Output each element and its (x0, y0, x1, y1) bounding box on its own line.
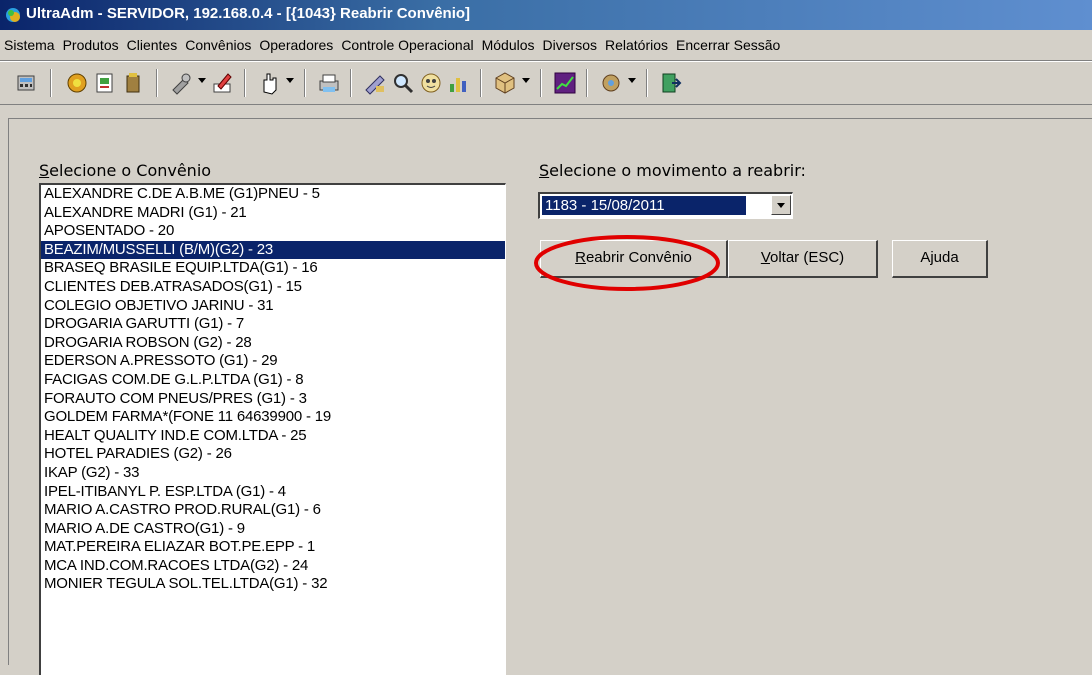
list-item[interactable]: APOSENTADO - 20 (41, 222, 505, 241)
voltar-button[interactable]: Voltar (ESC) (728, 240, 878, 278)
menu-controle-operacional[interactable]: Controle Operacional (337, 30, 477, 60)
reabrir-convenio-button[interactable]: Reabrir Convênio (540, 240, 728, 278)
chevron-down-icon (777, 203, 785, 208)
menu-modulos[interactable]: Módulos (478, 30, 539, 60)
toolbar-separator (156, 69, 158, 97)
toolbar-separator (586, 69, 588, 97)
toolbar-separator (50, 69, 52, 97)
movimento-label: Selecione o movimento a reabrir: (539, 161, 806, 180)
menu-clientes[interactable]: Clientes (123, 30, 182, 60)
list-item[interactable]: HEALT QUALITY IND.E COM.LTDA - 25 (41, 427, 505, 446)
cube-icon[interactable] (492, 70, 518, 96)
tools-dropdown-icon[interactable] (198, 78, 206, 83)
convenio-label: Selecione o Convênio (39, 161, 212, 180)
list-item[interactable]: GOLDEM FARMA*(FONE 11 64639900 - 19 (41, 408, 505, 427)
settings-dropdown-icon[interactable] (628, 78, 636, 83)
search-icon[interactable] (390, 70, 416, 96)
list-item[interactable]: FACIGAS COM.DE G.L.P.LTDA (G1) - 8 (41, 371, 505, 390)
list-item[interactable]: COLEGIO OBJETIVO JARINU - 31 (41, 297, 505, 316)
chart-icon[interactable] (446, 70, 472, 96)
list-item[interactable]: MARIO A.CASTRO PROD.RURAL(G1) - 6 (41, 501, 505, 520)
menu-operadores[interactable]: Operadores (255, 30, 337, 60)
trash-icon[interactable] (120, 70, 146, 96)
list-item[interactable]: IKAP (G2) - 33 (41, 464, 505, 483)
menu-diversos[interactable]: Diversos (539, 30, 601, 60)
list-item[interactable]: MARIO A.DE CASTRO(G1) - 9 (41, 520, 505, 539)
list-item[interactable]: ALEXANDRE C.DE A.B.ME (G1)PNEU - 5 (41, 185, 505, 204)
toolbar-separator (646, 69, 648, 97)
list-item[interactable]: MCA IND.COM.RACOES LTDA(G2) - 24 (41, 557, 505, 576)
ajuda-button[interactable]: Ajuda (892, 240, 988, 278)
list-item[interactable]: HOTEL PARADIES (G2) - 26 (41, 445, 505, 464)
list-item[interactable]: FORAUTO COM PNEUS/PRES (G1) - 3 (41, 390, 505, 409)
list-item[interactable]: IPEL-ITIBANYL P. ESP.LTDA (G1) - 4 (41, 483, 505, 502)
hand-icon[interactable] (256, 70, 282, 96)
toolbar-separator (304, 69, 306, 97)
edit-icon[interactable] (210, 70, 236, 96)
list-item[interactable]: EDERSON A.PRESSOTO (G1) - 29 (41, 352, 505, 371)
tools-icon[interactable] (168, 70, 194, 96)
window-title: UltraAdm - SERVIDOR, 192.168.0.4 - [{104… (26, 5, 471, 22)
list-item[interactable]: MAT.PEREIRA ELIAZAR BOT.PE.EPP - 1 (41, 538, 505, 557)
menu-produtos[interactable]: Produtos (59, 30, 123, 60)
printer-icon[interactable] (316, 70, 342, 96)
pencil-icon[interactable] (362, 70, 388, 96)
toolbar-separator (350, 69, 352, 97)
list-item[interactable]: ALEXANDRE MADRI (G1) - 21 (41, 204, 505, 223)
toolbar-separator (540, 69, 542, 97)
toolbar (0, 61, 1092, 105)
menu-bar: Sistema Produtos Clientes Convênios Operador… (0, 30, 1092, 61)
list-item[interactable]: MONIER TEGULA SOL.TEL.LTDA(G1) - 32 (41, 575, 505, 594)
list-item[interactable]: CLIENTES DEB.ATRASADOS(G1) - 15 (41, 278, 505, 297)
movimento-selected-value: 1183 - 15/08/2011 (541, 195, 747, 216)
calculator-icon[interactable] (14, 70, 40, 96)
menu-relatorios[interactable]: Relatórios (601, 30, 672, 60)
menu-sistema[interactable]: Sistema (0, 30, 59, 60)
graph-icon[interactable] (552, 70, 578, 96)
movimento-select[interactable]: 1183 - 15/08/2011 (538, 192, 793, 219)
cube-dropdown-icon[interactable] (522, 78, 530, 83)
menu-convenios[interactable]: Convênios (181, 30, 255, 60)
hand-dropdown-icon[interactable] (286, 78, 294, 83)
list-item-selected[interactable]: BEAZIM/MUSSELLI (B/M)(G2) - 23 (41, 240, 505, 260)
menu-encerrar-sessao[interactable]: Encerrar Sessão (672, 30, 784, 60)
list-item[interactable]: DROGARIA GARUTTI (G1) - 7 (41, 315, 505, 334)
exit-icon[interactable] (658, 70, 684, 96)
people-icon[interactable] (418, 70, 444, 96)
settings-icon[interactable] (598, 70, 624, 96)
document-icon[interactable] (92, 70, 118, 96)
movimento-dropdown-button[interactable] (771, 195, 791, 215)
form-client-area: Selecione o Convênio ALEXANDRE C.DE A.B.… (8, 118, 1092, 675)
list-item[interactable]: BRASEQ BRASILE EQUIP.LTDA(G1) - 16 (41, 259, 505, 278)
toolbar-separator (480, 69, 482, 97)
title-bar: UltraAdm - SERVIDOR, 192.168.0.4 - [{104… (0, 0, 1092, 30)
list-item[interactable]: DROGARIA ROBSON (G2) - 28 (41, 334, 505, 353)
convenio-listbox[interactable]: ALEXANDRE C.DE A.B.ME (G1)PNEU - 5 ALEXAN… (39, 183, 506, 675)
globe-icon[interactable] (64, 70, 90, 96)
toolbar-separator (244, 69, 246, 97)
app-icon (6, 8, 20, 22)
